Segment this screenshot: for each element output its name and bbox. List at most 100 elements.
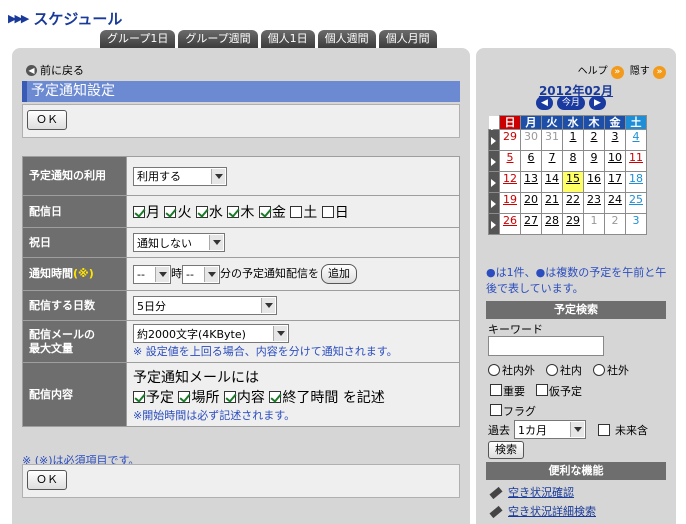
calendar-day[interactable]: 1 (583, 213, 605, 235)
day-checkbox-2[interactable] (195, 205, 208, 218)
day-checkbox-5[interactable] (290, 205, 303, 218)
content-checkbox-2[interactable] (223, 390, 236, 403)
tab-personal-month[interactable]: 個人月間 (378, 30, 437, 48)
chevron-down-icon (211, 168, 225, 184)
scope-radio-0[interactable] (488, 364, 500, 376)
calendar-day[interactable]: 25 (625, 192, 647, 214)
tool-link-availability-detail[interactable]: 空き状況詳細検索 (489, 503, 596, 519)
calendar-day[interactable]: 14 (541, 171, 563, 193)
week-arrow-icon[interactable] (488, 129, 500, 151)
calendar-day[interactable]: 30 (520, 129, 542, 151)
tab-personal-day[interactable]: 個人1日 (260, 30, 315, 48)
calendar-day[interactable]: 6 (520, 150, 542, 172)
back-link[interactable]: ◀ 前に戻る (26, 62, 84, 78)
calendar-day[interactable]: 22 (562, 192, 584, 214)
bottom-ok-bar: ＯＫ (22, 464, 460, 498)
calendar-day[interactable]: 4 (625, 129, 647, 151)
calendar-day[interactable]: 20 (520, 192, 542, 214)
content-checkbox-0[interactable] (133, 390, 145, 403)
calendar-day[interactable]: 10 (604, 150, 626, 172)
calendar-day[interactable]: 27 (520, 213, 542, 235)
use-select[interactable]: 利用する (133, 166, 227, 186)
weekday-header: 土 (625, 115, 647, 130)
calendar-day[interactable]: 7 (541, 150, 563, 172)
day-checkbox-0[interactable] (133, 205, 145, 218)
availability-detail-link[interactable]: 空き状況詳細検索 (508, 505, 596, 518)
calendar-day[interactable]: 12 (499, 171, 521, 193)
day-checkbox-4[interactable] (258, 205, 271, 218)
calendar-day[interactable]: 3 (625, 213, 647, 235)
chevron-down-icon (570, 422, 584, 437)
calendar-day[interactable]: 9 (583, 150, 605, 172)
span-select[interactable]: 5日分 (133, 296, 277, 315)
ok-button-top[interactable]: ＯＫ (27, 110, 67, 130)
help-link[interactable]: ヘルプ » (578, 62, 624, 79)
calendar-day[interactable]: 29 (499, 129, 521, 151)
help-label: ヘルプ (577, 66, 608, 77)
week-arrow-icon[interactable] (488, 192, 500, 214)
day-checkbox-6[interactable] (321, 205, 334, 218)
calendar-day[interactable]: 29 (562, 213, 584, 235)
tab-group-day[interactable]: グループ1日 (100, 30, 176, 48)
calendar-day[interactable]: 26 (499, 213, 521, 235)
content-checkbox-3[interactable] (269, 390, 282, 403)
label-maxlen-2: 最大文量 (29, 341, 73, 355)
scope-label-0: 社内外 (502, 364, 535, 377)
prev-month-button[interactable]: ◀ (536, 96, 553, 110)
tool-link-availability[interactable]: 空き状況確認 (489, 484, 574, 500)
week-arrow-icon[interactable] (488, 213, 500, 235)
calendar-day[interactable]: 16 (583, 171, 605, 193)
tab-personal-week[interactable]: 個人週間 (317, 30, 376, 48)
calendar-day[interactable]: 3 (604, 129, 626, 151)
keyword-input[interactable] (488, 336, 604, 356)
search-button[interactable]: 検索 (488, 441, 524, 459)
search-title: 予定検索 (486, 301, 666, 319)
calendar-day[interactable]: 8 (562, 150, 584, 172)
tab-group-week[interactable]: グループ週間 (178, 30, 258, 48)
availability-link[interactable]: 空き状況確認 (508, 486, 574, 499)
calendar-day[interactable]: 24 (604, 192, 626, 214)
calendar-day[interactable]: 13 (520, 171, 542, 193)
day-checkbox-3[interactable] (227, 205, 240, 218)
week-arrow-icon[interactable] (488, 150, 500, 172)
maxlen-select[interactable]: 約2000文字(4KByte) (133, 324, 289, 343)
add-button[interactable]: 追加 (321, 264, 357, 284)
flag-checkbox-1[interactable] (536, 384, 548, 396)
minute-select[interactable]: -- (182, 264, 220, 284)
calendar-day[interactable]: 1 (562, 129, 584, 151)
calendar-day[interactable]: 15 (562, 171, 584, 193)
weekday-header: 火 (541, 115, 563, 130)
calendar-day[interactable]: 23 (583, 192, 605, 214)
day-checkbox-1[interactable] (164, 205, 177, 218)
content-checkbox-1[interactable] (178, 390, 191, 403)
calendar-day[interactable]: 21 (541, 192, 563, 214)
minute-value: -- (186, 267, 194, 281)
calendar-day[interactable]: 18 (625, 171, 647, 193)
scope-radio-2[interactable] (593, 364, 605, 376)
week-arrow-icon[interactable] (488, 171, 500, 193)
main-panel: ◀ 前に戻る 予定通知設定 ＯＫ 予定通知の利用 利用する 配信日 月 火 水 木… (12, 48, 470, 524)
future-checkbox[interactable] (598, 423, 610, 436)
calendar-day[interactable]: 2 (583, 129, 605, 151)
calendar-day[interactable]: 5 (499, 150, 521, 172)
past-select[interactable]: 1カ月 (514, 420, 586, 439)
flag-checkbox-2[interactable] (490, 404, 502, 416)
flag-checkbox-0[interactable] (490, 384, 502, 396)
scope-radio-1[interactable] (546, 364, 558, 376)
holiday-select[interactable]: 通知しない (133, 233, 225, 252)
ok-button-bottom[interactable]: ＯＫ (27, 470, 67, 490)
hour-select[interactable]: -- (133, 264, 171, 284)
calendar-day[interactable]: 28 (541, 213, 563, 235)
page-header: ▶▶▶ スケジュール (8, 8, 122, 29)
calendar-day[interactable]: 19 (499, 192, 521, 214)
calendar-day[interactable]: 17 (604, 171, 626, 193)
next-month-button[interactable]: ▶ (588, 96, 606, 110)
hour-value: -- (137, 267, 145, 281)
view-tabs: グループ1日 グループ週間 個人1日 個人週間 個人月間 (100, 30, 437, 48)
calendar-day[interactable]: 31 (541, 129, 563, 151)
hide-link[interactable]: 隠す » (630, 62, 666, 79)
this-month-button[interactable]: 今月 (556, 96, 585, 110)
calendar-day[interactable]: 11 (625, 150, 647, 172)
chevron-down-icon (204, 266, 218, 282)
calendar-day[interactable]: 2 (604, 213, 626, 235)
